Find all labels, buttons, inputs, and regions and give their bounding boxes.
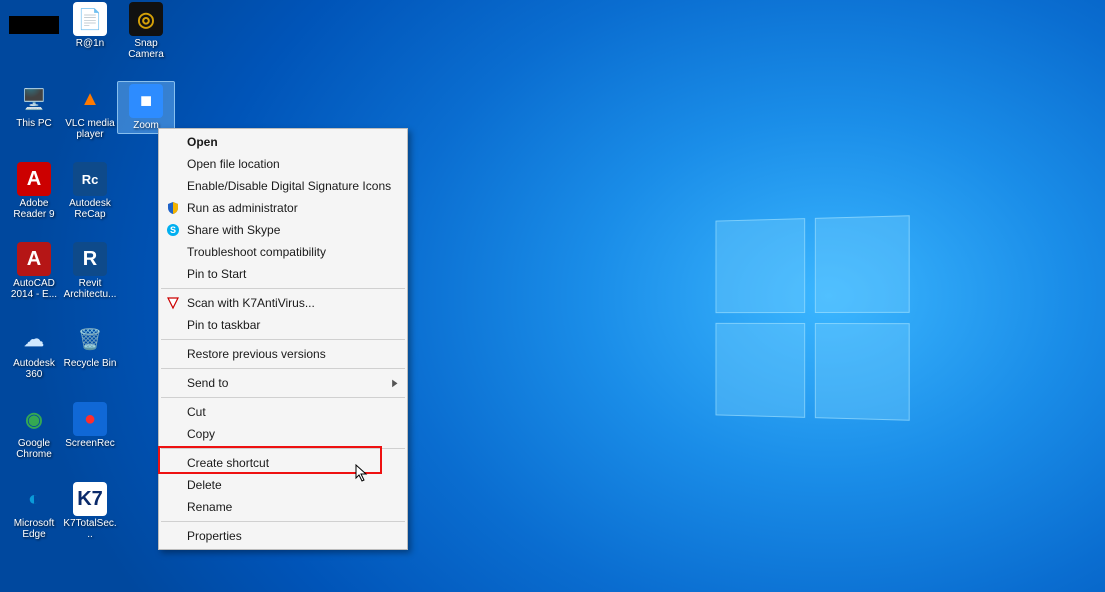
menu-item-share-skype[interactable]: S Share with Skype: [159, 219, 407, 241]
desktop-icon-label: Recycle Bin: [64, 358, 117, 369]
desktop-icon-zoom[interactable]: ■ Zoom: [118, 82, 174, 133]
menu-item-label: Run as administrator: [187, 201, 298, 215]
svg-text:S: S: [170, 225, 176, 235]
menu-item-pin-start[interactable]: Pin to Start: [159, 263, 407, 285]
desktop-icon-k7[interactable]: K7K7TotalSec...: [62, 482, 118, 540]
menu-item-shortcut[interactable]: Create shortcut: [159, 452, 407, 474]
autocad-icon: A: [17, 242, 51, 276]
menu-item-label: Cut: [187, 405, 206, 419]
edge-icon: ◐: [17, 482, 51, 516]
menu-item-restore[interactable]: Restore previous versions: [159, 343, 407, 365]
menu-item-properties[interactable]: Properties: [159, 525, 407, 547]
this-pc-icon: 🖥️: [17, 82, 51, 116]
screenrec-icon: ●: [73, 402, 107, 436]
desktop-icon-label: Revit Architectu...: [62, 278, 118, 300]
desktop-icon-label: Autodesk 360: [6, 358, 62, 380]
menu-item-open-file[interactable]: Open file location: [159, 153, 407, 175]
context-menu: Open Open file location Enable/Disable Dig…: [158, 128, 408, 550]
redacted-icon: [9, 16, 59, 34]
menu-item-label: Share with Skype: [187, 223, 280, 237]
a360-icon: ☁: [17, 322, 51, 356]
adobe-reader-icon: A: [17, 162, 51, 196]
desktop-icon-chrome[interactable]: ◉Google Chrome: [6, 402, 62, 460]
menu-item-label: Open file location: [187, 157, 280, 171]
desktop-icon-redacted[interactable]: [6, 2, 62, 36]
desktop-icon-edge[interactable]: ◐Microsoft Edge: [6, 482, 62, 540]
desktop-icon-label: Google Chrome: [6, 438, 62, 460]
revit-icon: R: [73, 242, 107, 276]
recap-icon: Rc: [73, 162, 107, 196]
chevron-right-icon: ▶: [392, 378, 397, 389]
desktop-icon-snap-camera[interactable]: ◎Snap Camera: [118, 2, 174, 60]
recycle-icon: 🗑️: [73, 322, 107, 356]
vlc-icon: ▲: [73, 82, 107, 116]
desktop-icon-recap[interactable]: RcAutodesk ReCap: [62, 162, 118, 220]
r-at-1n-icon: 📄: [73, 2, 107, 36]
menu-separator: [161, 448, 405, 449]
menu-item-label: Delete: [187, 478, 222, 492]
desktop-icon-autocad[interactable]: AAutoCAD 2014 - E...: [6, 242, 62, 300]
desktop-icon-label: Snap Camera: [118, 38, 174, 60]
menu-item-copy[interactable]: Copy: [159, 423, 407, 445]
desktop-icon-recycle[interactable]: 🗑️ Recycle Bin: [62, 322, 118, 369]
menu-item-pin-taskbar[interactable]: Pin to taskbar: [159, 314, 407, 336]
menu-separator: [161, 288, 405, 289]
menu-item-label: Troubleshoot compatibility: [187, 245, 326, 259]
desktop-icon-this-pc[interactable]: 🖥️ This PC: [6, 82, 62, 129]
desktop-icon-label: AutoCAD 2014 - E...: [6, 278, 62, 300]
menu-item-label: Pin to taskbar: [187, 318, 260, 332]
desktop-icon-label: ScreenRec: [65, 438, 114, 449]
menu-separator: [161, 339, 405, 340]
desktop-icon-a360[interactable]: ☁Autodesk 360: [6, 322, 62, 380]
desktop-icon-screenrec[interactable]: ● ScreenRec: [62, 402, 118, 449]
menu-item-label: Scan with K7AntiVirus...: [187, 296, 315, 310]
menu-item-cut[interactable]: Cut: [159, 401, 407, 423]
menu-separator: [161, 521, 405, 522]
menu-item-label: Restore previous versions: [187, 347, 326, 361]
desktop-icon-label: Adobe Reader 9: [6, 198, 62, 220]
desktop-icon-revit[interactable]: RRevit Architectu...: [62, 242, 118, 300]
skype-icon: S: [165, 222, 181, 238]
zoom-icon: ■: [129, 84, 163, 118]
menu-item-troubleshoot[interactable]: Troubleshoot compatibility: [159, 241, 407, 263]
snap-camera-icon: ◎: [129, 2, 163, 36]
menu-item-toggle-sig[interactable]: Enable/Disable Digital Signature Icons: [159, 175, 407, 197]
menu-item-label: Open: [187, 135, 218, 149]
menu-item-label: Rename: [187, 500, 232, 514]
menu-item-label: Pin to Start: [187, 267, 246, 281]
k7av-icon: [165, 295, 181, 311]
menu-item-rename[interactable]: Rename: [159, 496, 407, 518]
desktop-icon-label: This PC: [16, 118, 52, 129]
desktop-icon-label: K7TotalSec...: [62, 518, 118, 540]
desktop-icon-label: R@1n: [76, 38, 105, 49]
desktop-icon-label: Autodesk ReCap: [62, 198, 118, 220]
k7-icon: K7: [73, 482, 107, 516]
chrome-icon: ◉: [17, 402, 51, 436]
menu-item-label: Enable/Disable Digital Signature Icons: [187, 179, 391, 193]
desktop-icon-r-at-1n[interactable]: 📄 R@1n: [62, 2, 118, 49]
menu-item-delete[interactable]: Delete: [159, 474, 407, 496]
menu-item-label: Send to: [187, 376, 228, 390]
menu-item-scan-k7[interactable]: Scan with K7AntiVirus...: [159, 292, 407, 314]
menu-item-open[interactable]: Open: [159, 131, 407, 153]
desktop-icon-vlc[interactable]: ▲VLC media player: [62, 82, 118, 140]
shield-icon: [165, 200, 181, 216]
menu-item-label: Properties: [187, 529, 242, 543]
menu-item-label: Copy: [187, 427, 215, 441]
menu-item-send-to[interactable]: Send to ▶: [159, 372, 407, 394]
desktop-icon-adobe-reader[interactable]: AAdobe Reader 9: [6, 162, 62, 220]
desktop-icon-label: Zoom: [133, 120, 159, 131]
menu-separator: [161, 397, 405, 398]
desktop-icon-label: VLC media player: [62, 118, 118, 140]
menu-separator: [161, 368, 405, 369]
menu-item-label: Create shortcut: [187, 456, 269, 470]
menu-item-run-admin[interactable]: Run as administrator: [159, 197, 407, 219]
desktop-icon-label: Microsoft Edge: [6, 518, 62, 540]
